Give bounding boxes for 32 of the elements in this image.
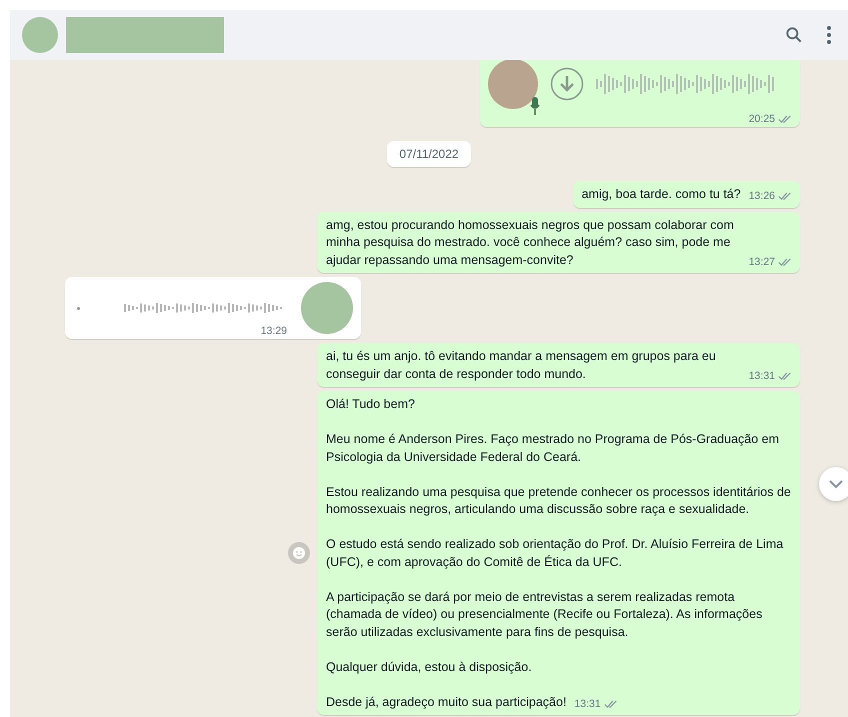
message-time: 13:31	[574, 696, 601, 712]
message-text: ai, tu és um anjo. tô evitando mandar a mensagem em grupos para eu conseguir dar conta de responder todo mundo.	[326, 348, 717, 383]
message-text: Desde já, agradeço muito sua participação!	[326, 694, 566, 711]
message-text: Olá! Tudo bem?	[326, 396, 416, 413]
microphone-icon	[530, 97, 540, 115]
contact-avatar[interactable]	[22, 17, 58, 53]
playback-dot	[77, 306, 80, 310]
message-time: 13:26	[748, 189, 775, 204]
message-time: 13:31	[748, 368, 775, 384]
photo-placeholder	[488, 60, 538, 109]
message-text: O estudo está sendo realizado sob orientação do Prof. Dr. Aluísio Ferreira de Lima (UFC), e com aprovação do Comitê de Ética da UFC.	[326, 536, 784, 571]
message-text: Estou realizando uma pesquisa que pretende conhecer os processos identitários de homossexuais negros, articulando uma discussão sobre raça e sexualidade.	[326, 484, 792, 518]
download-icon[interactable]	[550, 67, 584, 101]
menu-icon[interactable]	[826, 25, 832, 45]
message-text: amig, boa tarde. como tu tá?	[582, 186, 741, 203]
message-text: Qualquer dúvida, estou à disposição.	[326, 658, 533, 676]
message-time: 13:27	[748, 254, 775, 270]
search-icon[interactable]	[784, 25, 804, 45]
double-check-icon	[604, 700, 618, 709]
message-time: 13:29	[260, 325, 287, 337]
double-check-icon	[778, 114, 792, 124]
date-chip: 07/11/2022	[387, 141, 471, 167]
double-check-icon	[778, 372, 792, 381]
message-text: A participação se dará por meio de entrevistas a serem realizadas remota (chamada de vídeo) ou presencialmente (Recife ou Fortaleza). As informações serão utilizadas exclusivamente para fins de pesquisa.	[326, 588, 764, 641]
message-text: amg, estou procurando homossexuais negros que possam colaborar com minha pesquisa do mestrado. você conhece alguém? caso sim, pode me ajudar repassando uma mensagem-convite?	[326, 216, 735, 269]
double-check-icon	[778, 258, 792, 267]
message-text: Meu nome é Anderson Pires. Faço mestrado no Programa de Pós-Graduação em Psicologia da Universidade Federal do Ceará.	[326, 431, 780, 466]
double-check-icon	[778, 192, 792, 202]
message-time: 20:25	[748, 113, 775, 125]
emoji-reaction-icon[interactable]	[287, 541, 311, 565]
scroll-down-button[interactable]	[818, 466, 848, 502]
sender-avatar	[301, 282, 353, 334]
